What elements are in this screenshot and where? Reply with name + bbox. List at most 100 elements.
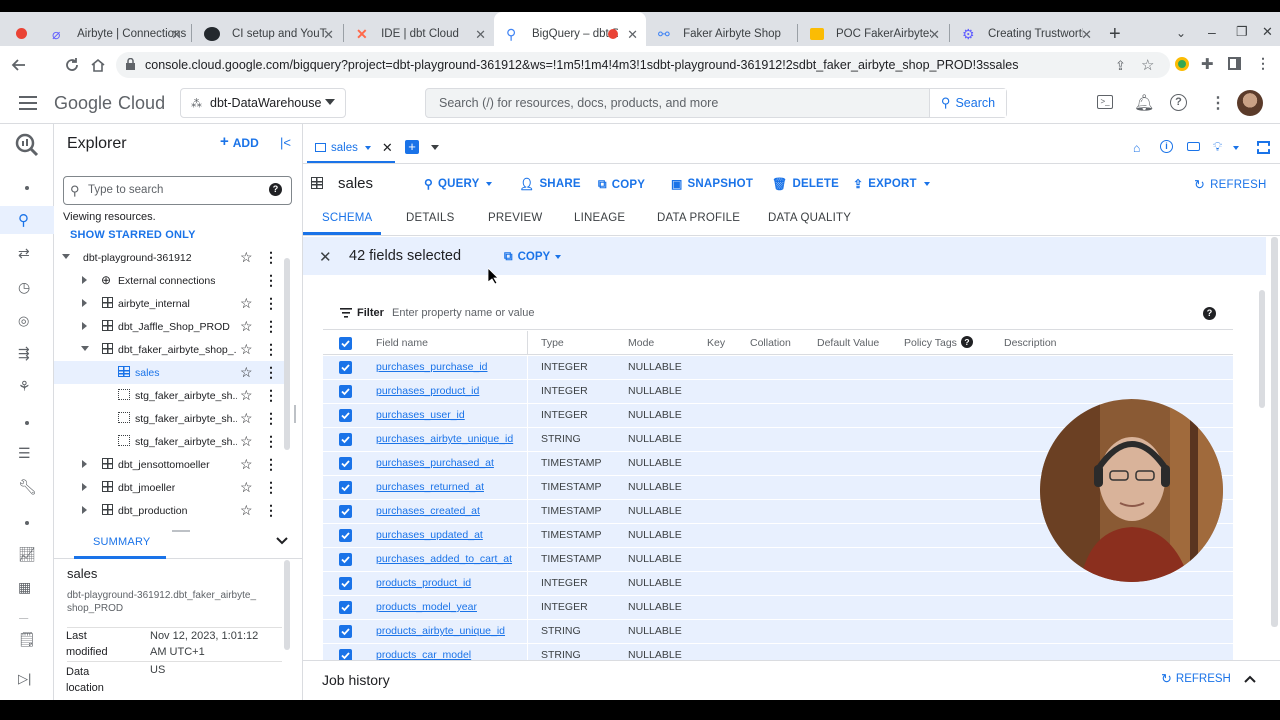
analytics-hub-icon[interactable]: ◎: [18, 313, 36, 331]
select-all-checkbox[interactable]: [339, 337, 352, 350]
collapse-explorer-icon[interactable]: |<: [280, 135, 291, 150]
row-checkbox[interactable]: [339, 577, 352, 590]
column-header-type[interactable]: Type: [541, 337, 564, 349]
avatar[interactable]: [1237, 90, 1263, 116]
home-icon[interactable]: [90, 57, 106, 73]
lightbulb-icon[interactable]: 💡︎: [1213, 139, 1222, 155]
capacity-icon[interactable]: ▦: [18, 579, 36, 597]
filter-bar[interactable]: Filter Enter property name or value ?: [323, 297, 1233, 330]
query-button[interactable]: ⚲ QUERY: [424, 177, 493, 191]
field-name-link[interactable]: purchases_added_to_cart_at: [376, 553, 512, 565]
close-tab-icon[interactable]: ✕: [323, 27, 334, 43]
star-icon[interactable]: ☆: [240, 341, 253, 358]
export-button[interactable]: ⇪ EXPORT: [853, 177, 930, 191]
close-tab-icon[interactable]: ✕: [475, 27, 486, 43]
column-header-mode[interactable]: Mode: [628, 337, 654, 349]
field-name-link[interactable]: products_product_id: [376, 577, 471, 589]
address-bar[interactable]: console.cloud.google.com/bigquery?projec…: [116, 52, 1170, 78]
tree-item-dataset[interactable]: dbt_production ☆ ⋮: [54, 499, 286, 522]
field-name-link[interactable]: purchases_updated_at: [376, 529, 483, 541]
editor-tab-sales[interactable]: sales ✕: [307, 134, 395, 163]
field-name-link[interactable]: purchases_airbyte_unique_id: [376, 433, 513, 445]
copy-button[interactable]: ⧉ COPY: [598, 177, 645, 192]
row-checkbox[interactable]: [339, 505, 352, 518]
star-icon[interactable]: ☆: [240, 479, 253, 496]
close-tab-icon[interactable]: ✕: [171, 27, 182, 43]
notes-icon[interactable]: 🗒︎: [18, 631, 36, 649]
chevron-down-icon[interactable]: [276, 537, 288, 545]
wrench-icon[interactable]: 🔧︎: [18, 478, 37, 496]
tree-item-view[interactable]: stg_faker_airbyte_sh... ☆ ⋮: [54, 384, 286, 407]
more-actions-icon[interactable]: ⋮: [264, 433, 278, 450]
tree-item-dataset[interactable]: airbyte_internal ☆ ⋮: [54, 292, 286, 315]
field-name-link[interactable]: purchases_returned_at: [376, 481, 484, 493]
explorer-search-input[interactable]: Type to search: [88, 184, 163, 196]
tab-data-profile[interactable]: DATA PROFILE: [657, 212, 740, 224]
tree-item-view[interactable]: stg_faker_airbyte_sh... ☆ ⋮: [54, 407, 286, 430]
tree-item-dataset[interactable]: dbt_Jaffle_Shop_PROD ☆ ⋮: [54, 315, 286, 338]
column-header-field-name[interactable]: Field name: [376, 337, 428, 349]
tab-lineage[interactable]: LINEAGE: [574, 212, 625, 224]
more-actions-icon[interactable]: ⋮: [264, 479, 278, 496]
table-row[interactable]: products_car_model STRING NULLABLE: [323, 643, 1233, 660]
row-checkbox[interactable]: [339, 457, 352, 470]
settings-kebab-icon[interactable]: ⋮: [1210, 93, 1226, 113]
row-checkbox[interactable]: [339, 409, 352, 422]
more-actions-icon[interactable]: ⋮: [264, 410, 278, 427]
search-input[interactable]: Search (/) for resources, docs, products…: [439, 96, 718, 110]
row-checkbox[interactable]: [339, 529, 352, 542]
job-history-title[interactable]: Job history: [322, 672, 390, 688]
summary-scrollbar[interactable]: [284, 560, 290, 650]
star-icon[interactable]: ☆: [240, 295, 253, 312]
more-actions-icon[interactable]: ⋮: [264, 249, 278, 266]
tab-search-icon[interactable]: ⌄: [1176, 26, 1186, 40]
row-checkbox[interactable]: [339, 433, 352, 446]
info-icon[interactable]: i: [1160, 140, 1173, 153]
partner-center-icon[interactable]: ⚘: [18, 378, 36, 396]
column-header-default-value[interactable]: Default Value: [817, 337, 879, 349]
tree-scrollbar[interactable]: [284, 258, 290, 450]
field-name-link[interactable]: products_airbyte_unique_id: [376, 625, 505, 637]
refresh-button[interactable]: ↻ REFRESH: [1194, 177, 1266, 193]
job-list-icon[interactable]: ☰: [18, 445, 36, 463]
star-icon[interactable]: ☆: [240, 387, 253, 404]
cloud-shell-icon[interactable]: >_: [1097, 95, 1113, 109]
bookmark-star-icon[interactable]: ☆: [1141, 56, 1154, 74]
copy-fields-button[interactable]: ⧉ COPY: [504, 249, 562, 264]
chevron-right-icon[interactable]: [82, 460, 87, 468]
row-checkbox[interactable]: [339, 385, 352, 398]
row-checkbox[interactable]: [339, 361, 352, 374]
tree-item-project[interactable]: dbt-playground-361912 ☆ ⋮: [54, 246, 286, 269]
explorer-search-field[interactable]: ⚲ Type to search ?: [63, 176, 292, 205]
more-actions-icon[interactable]: ⋮: [264, 387, 278, 404]
table-row[interactable]: products_airbyte_unique_id STRING NULLABLE: [323, 619, 1233, 643]
more-actions-icon[interactable]: ⋮: [264, 272, 278, 289]
share-page-icon[interactable]: ⇪: [1115, 58, 1126, 74]
show-starred-only-button[interactable]: SHOW STARRED ONLY: [70, 229, 196, 241]
star-icon[interactable]: ☆: [240, 249, 253, 266]
column-header-collation[interactable]: Collation: [750, 337, 791, 349]
google-cloud-logo[interactable]: Google Cloud: [54, 93, 165, 114]
side-panel-icon[interactable]: [1228, 57, 1241, 70]
new-tab-button[interactable]: +: [1109, 23, 1121, 46]
field-name-link[interactable]: purchases_product_id: [376, 385, 479, 397]
more-actions-icon[interactable]: ⋮: [264, 295, 278, 312]
tree-item-view[interactable]: stg_faker_airbyte_sh... ☆ ⋮: [54, 430, 286, 453]
table-row[interactable]: purchases_purchase_id INTEGER NULLABLE: [323, 355, 1233, 379]
more-actions-icon[interactable]: ⋮: [264, 341, 278, 358]
add-data-button[interactable]: + ADD: [220, 134, 259, 150]
notifications-bell-icon[interactable]: 🔔︎: [1134, 93, 1154, 113]
monitoring-chart-icon[interactable]: 📈︎: [18, 546, 36, 564]
lightbulb-dropdown-icon[interactable]: [1233, 146, 1239, 150]
hamburger-menu-icon[interactable]: [19, 96, 37, 110]
back-arrow-icon[interactable]: [11, 57, 27, 73]
star-icon[interactable]: ☆: [240, 364, 253, 381]
help-icon[interactable]: ?: [1203, 307, 1216, 320]
search-button[interactable]: ⚲ Search: [929, 89, 1006, 117]
dataform-icon[interactable]: ⇶: [18, 345, 36, 363]
close-tab-icon[interactable]: ✕: [627, 27, 638, 43]
chevron-right-icon[interactable]: [82, 483, 87, 491]
tree-item-dataset-expanded[interactable]: dbt_faker_airbyte_shop_... ☆ ⋮: [54, 338, 286, 361]
tab-data-quality[interactable]: DATA QUALITY: [768, 212, 851, 224]
star-icon[interactable]: ☆: [240, 318, 253, 335]
